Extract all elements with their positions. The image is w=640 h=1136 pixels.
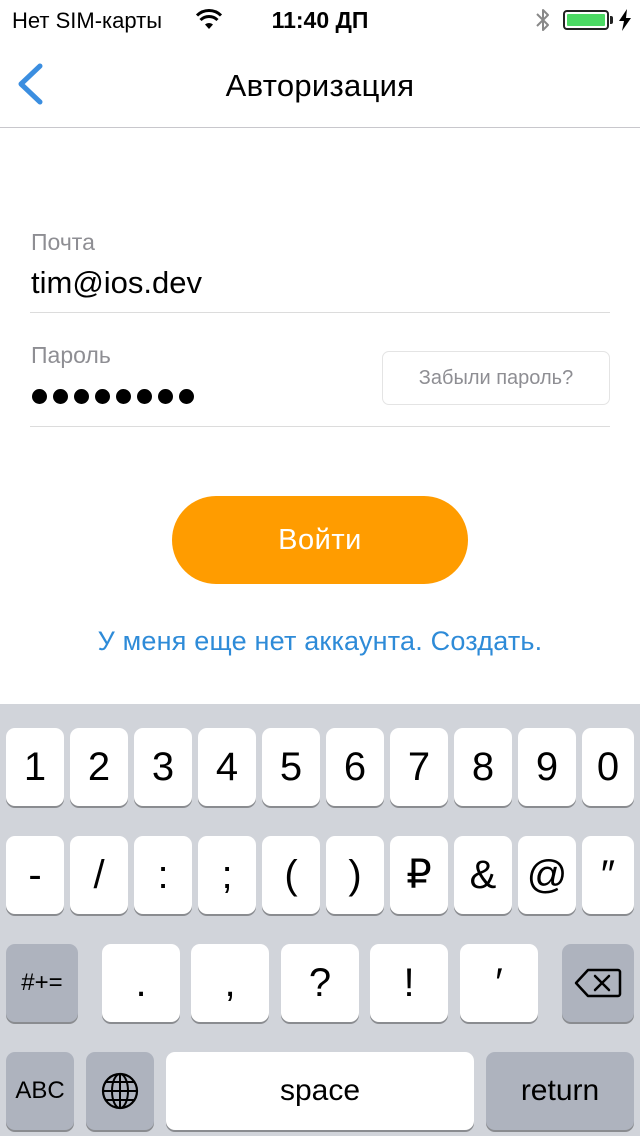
key-ampersand[interactable]: & [454,836,512,914]
key-ruble[interactable]: ₽ [390,836,448,914]
key-comma[interactable]: , [191,944,269,1022]
password-dot [179,389,194,404]
key-apostrophe[interactable]: ′ [460,944,538,1022]
forgot-password-button[interactable]: Забыли пароль? [382,351,610,405]
password-dot [95,389,110,404]
globe-icon [101,1072,139,1110]
key-4[interactable]: 4 [198,728,256,806]
key-open-paren[interactable]: ( [262,836,320,914]
backspace-icon [574,968,622,998]
status-bar: Нет SIM-карты 11:40 ДП [0,0,640,40]
key-9[interactable]: 9 [518,728,576,806]
email-divider [30,312,610,313]
key-1[interactable]: 1 [6,728,64,806]
password-divider [30,426,610,427]
keyboard: 1 2 3 4 5 6 7 8 9 0 - / : ; ( ) ₽ & @ ″ … [0,704,640,1136]
return-key[interactable]: return [486,1052,634,1130]
key-2[interactable]: 2 [70,728,128,806]
create-account-link[interactable]: У меня еще нет аккаунта. Создать. [0,626,640,657]
key-colon[interactable]: : [134,836,192,914]
battery-cap [610,16,613,24]
key-period[interactable]: . [102,944,180,1022]
key-semicolon[interactable]: ; [198,836,256,914]
password-dot [74,389,89,404]
key-3[interactable]: 3 [134,728,192,806]
key-close-paren[interactable]: ) [326,836,384,914]
login-button[interactable]: Войти [172,496,468,584]
delete-key[interactable] [562,944,634,1022]
key-at[interactable]: @ [518,836,576,914]
key-5[interactable]: 5 [262,728,320,806]
key-more-symbols[interactable]: #+= [6,944,78,1022]
password-label: Пароль [31,342,111,368]
password-dot [158,389,173,404]
key-slash[interactable]: / [70,836,128,914]
email-field[interactable]: tim@ios.dev [31,265,202,301]
password-field[interactable] [32,389,194,404]
password-dot [137,389,152,404]
key-exclamation[interactable]: ! [370,944,448,1022]
key-hyphen[interactable]: - [6,836,64,914]
key-abc[interactable]: ABC [6,1052,74,1130]
battery-level [567,14,605,26]
key-7[interactable]: 7 [390,728,448,806]
bluetooth-icon [536,9,549,31]
password-dot [32,389,47,404]
charging-bolt-icon [619,9,631,31]
page-title: Авторизация [225,68,415,103]
key-8[interactable]: 8 [454,728,512,806]
globe-key[interactable] [86,1052,154,1130]
space-key[interactable]: space [166,1052,474,1130]
battery-icon [563,10,609,30]
key-question[interactable]: ? [281,944,359,1022]
key-0[interactable]: 0 [582,728,634,806]
email-label: Почта [31,229,95,255]
key-double-quote[interactable]: ″ [582,836,634,914]
password-dot [116,389,131,404]
key-6[interactable]: 6 [326,728,384,806]
navigation-bar: Авторизация [0,40,640,128]
password-dot [53,389,68,404]
